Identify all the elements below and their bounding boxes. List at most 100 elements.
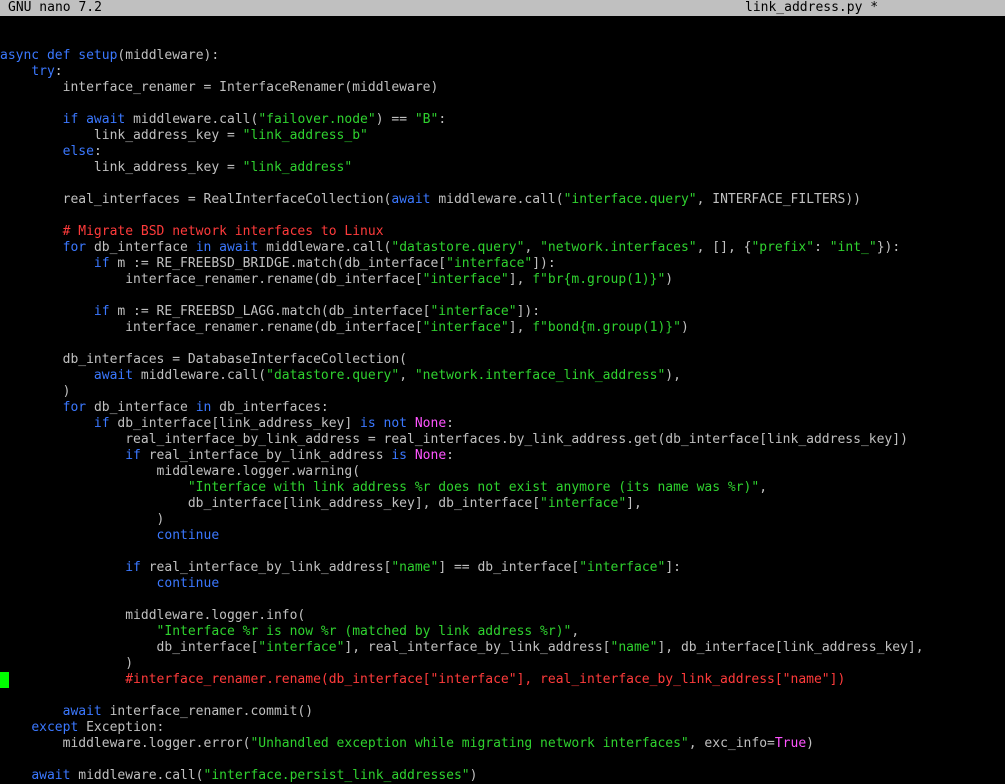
code-token: "link_address"	[242, 160, 353, 175]
code-line[interactable]: await middleware.call("datastore.query",…	[0, 368, 1005, 384]
code-token: middleware.logger.warning(	[156, 464, 361, 479]
code-token: None	[414, 448, 447, 463]
code-token: if	[125, 448, 149, 463]
code-line[interactable]: async def setup(middleware):	[0, 48, 1005, 64]
code-line[interactable]	[0, 288, 1005, 304]
code-line[interactable]	[0, 32, 1005, 48]
code-line[interactable]: "Interface with link address %r does not…	[0, 480, 1005, 496]
code-line[interactable]	[0, 208, 1005, 224]
code-token: :	[54, 64, 63, 79]
code-token: )	[62, 384, 71, 399]
code-token: link_address_key =	[93, 128, 243, 143]
code-line[interactable]: interface_renamer = InterfaceRenamer(mid…	[0, 80, 1005, 96]
code-line[interactable]: if real_interface_by_link_address is Non…	[0, 448, 1005, 464]
code-line[interactable]: # Migrate BSD network interfaces to Linu…	[0, 224, 1005, 240]
code-token: "failover.node"	[258, 112, 376, 127]
code-line[interactable]: real_interfaces = RealInterfaceCollectio…	[0, 192, 1005, 208]
nano-title-bar: GNU nano 7.2 link_address.py *	[0, 0, 1005, 16]
code-line[interactable]	[0, 592, 1005, 608]
code-line[interactable]: await middleware.call("interface.persist…	[0, 768, 1005, 784]
code-token: ] == db_interface[	[438, 560, 580, 575]
code-token: "B"	[414, 112, 439, 127]
code-line[interactable]: )	[0, 512, 1005, 528]
code-token: , INTERFACE_FILTERS))	[696, 192, 861, 207]
code-token: ],	[508, 272, 533, 287]
code-token: "Interface with link address %r does not…	[187, 480, 760, 495]
code-token: :	[446, 416, 454, 431]
code-line[interactable]	[0, 688, 1005, 704]
code-token: ) ==	[375, 112, 415, 127]
code-token: real_interface_by_link_address = real_in…	[125, 432, 908, 447]
code-token: "interface.persist_link_addresses"	[203, 768, 470, 783]
code-token: "Interface %r is now %r (matched by link…	[156, 624, 572, 639]
code-line[interactable]: if m := RE_FREEBSD_BRIDGE.match(db_inter…	[0, 256, 1005, 272]
code-line[interactable]: #interface_renamer.rename(db_interface["…	[0, 672, 1005, 688]
code-token: None	[414, 416, 447, 431]
code-line[interactable]: )	[0, 656, 1005, 672]
code-token: ,	[524, 240, 541, 255]
code-token: in	[195, 400, 220, 415]
code-line[interactable]: if await middleware.call("failover.node"…	[0, 112, 1005, 128]
code-token: db_interface[	[156, 640, 259, 655]
code-line[interactable]: if m := RE_FREEBSD_LAGG.match(db_interfa…	[0, 304, 1005, 320]
code-line[interactable]: link_address_key = "link_address"	[0, 160, 1005, 176]
code-line[interactable]: for db_interface in db_interfaces:	[0, 400, 1005, 416]
code-token: interface_renamer.commit()	[109, 704, 314, 719]
code-editor-area[interactable]: async def setup(middleware): try: interf…	[0, 32, 1005, 784]
code-line[interactable]	[0, 544, 1005, 560]
code-token: :	[93, 144, 102, 159]
code-line[interactable]	[0, 96, 1005, 112]
code-line[interactable]: await interface_renamer.commit()	[0, 704, 1005, 720]
code-line[interactable]: interface_renamer.rename(db_interface["i…	[0, 272, 1005, 288]
code-token: ]:	[665, 560, 681, 575]
code-line[interactable]	[0, 176, 1005, 192]
code-line[interactable]: if db_interface[link_address_key] is not…	[0, 416, 1005, 432]
code-line[interactable]: if real_interface_by_link_address["name"…	[0, 560, 1005, 576]
code-line[interactable]: real_interface_by_link_address = real_in…	[0, 432, 1005, 448]
code-token: db_interface[link_address_key]	[117, 416, 361, 431]
code-token: ]):	[516, 304, 541, 319]
code-line[interactable]	[0, 752, 1005, 768]
code-line[interactable]: db_interface["interface"], real_interfac…	[0, 640, 1005, 656]
code-line[interactable]: for db_interface in await middleware.cal…	[0, 240, 1005, 256]
code-line[interactable]: middleware.logger.info(	[0, 608, 1005, 624]
code-line[interactable]: )	[0, 384, 1005, 400]
code-line[interactable]: middleware.logger.error("Unhandled excep…	[0, 736, 1005, 752]
code-line[interactable]: try:	[0, 64, 1005, 80]
code-line[interactable]: interface_renamer.rename(db_interface["i…	[0, 320, 1005, 336]
code-token: "interface"	[430, 304, 517, 319]
code-token: )	[680, 320, 689, 335]
code-line[interactable]: db_interface[link_address_key], db_inter…	[0, 496, 1005, 512]
code-token: , exc_info=	[688, 736, 775, 751]
code-line[interactable]: db_interfaces = DatabaseInterfaceCollect…	[0, 352, 1005, 368]
editor-name: GNU nano 7.2	[8, 0, 102, 15]
code-token: link_address_key =	[93, 160, 243, 175]
code-token: else	[62, 144, 94, 159]
code-line[interactable]: continue	[0, 528, 1005, 544]
code-line[interactable]	[0, 336, 1005, 352]
code-token: setup	[78, 48, 118, 63]
code-line[interactable]: middleware.logger.warning(	[0, 464, 1005, 480]
code-token: #interface_renamer.rename(db_interface["…	[125, 672, 846, 687]
code-token: "interface"	[422, 272, 509, 287]
code-line[interactable]: except Exception:	[0, 720, 1005, 736]
code-token: (middleware):	[117, 48, 220, 63]
code-line[interactable]: "Interface %r is now %r (matched by link…	[0, 624, 1005, 640]
code-line[interactable]: else:	[0, 144, 1005, 160]
code-line[interactable]: continue	[0, 576, 1005, 592]
code-line[interactable]: link_address_key = "link_address_b"	[0, 128, 1005, 144]
code-token: is	[391, 448, 415, 463]
